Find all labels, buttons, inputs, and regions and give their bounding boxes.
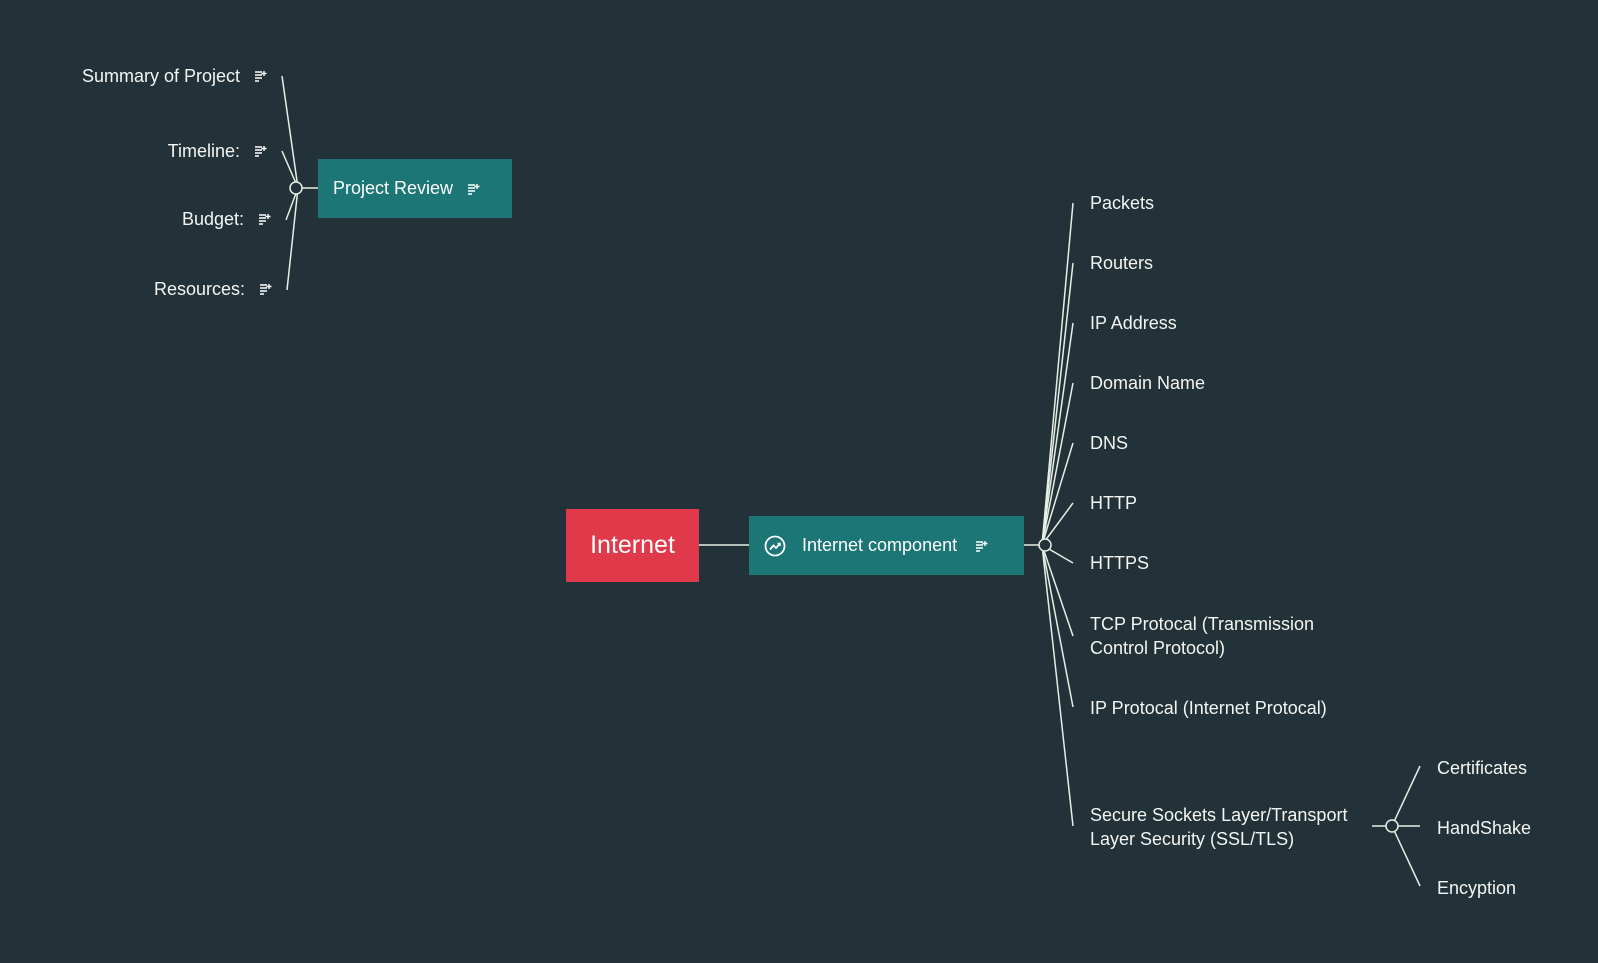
trend-circle-icon [764, 535, 786, 557]
note-icon[interactable] [467, 183, 481, 195]
leaf-ssl-tls[interactable]: Secure Sockets Layer/Transport Layer Sec… [1090, 803, 1376, 851]
leaf-label: Summary of Project [81, 66, 240, 86]
leaf-label: DNS [1090, 433, 1129, 453]
leaf-routers[interactable]: Routers [1090, 251, 1153, 275]
note-icon[interactable] [254, 70, 268, 82]
root-node-internet[interactable]: Internet [566, 509, 699, 582]
note-icon[interactable] [258, 213, 272, 225]
leaf-label: Secure Sockets Layer/Transport Layer Sec… [1090, 805, 1348, 849]
leaf-label: Routers [1090, 253, 1154, 273]
leaf-label: Domain Name [1090, 373, 1206, 393]
note-icon[interactable] [254, 145, 268, 157]
leaf-label: HTTP [1090, 493, 1137, 513]
leaf-label: Encyption [1437, 878, 1517, 898]
connector-node-component [1038, 538, 1052, 552]
leaf-label: Budget: [181, 209, 244, 229]
branch-node-internet-component[interactable]: Internet component [749, 516, 1024, 575]
leaf-label: Certificates [1437, 758, 1528, 778]
leaf-https[interactable]: HTTPS [1090, 551, 1149, 575]
connector-node-ssl [1385, 819, 1399, 833]
leaf-tcp-protocol[interactable]: TCP Protocal (Transmission Control Proto… [1090, 612, 1335, 660]
note-icon[interactable] [259, 283, 273, 295]
leaf-label: IP Address [1090, 313, 1177, 333]
note-icon[interactable] [975, 540, 989, 552]
leaf-label: Timeline: [167, 141, 240, 161]
leaf-packets[interactable]: Packets [1090, 191, 1154, 215]
branch-label-internet-component: Internet component [802, 535, 958, 555]
leaf-dns[interactable]: DNS [1090, 431, 1128, 455]
leaf-label: IP Protocal (Internet Protocal) [1090, 698, 1327, 718]
leaf-handshake[interactable]: HandShake [1437, 816, 1531, 840]
leaf-resources[interactable]: Resources: [100, 277, 273, 301]
branch-node-project-review[interactable]: Project Review [318, 159, 512, 218]
leaf-http[interactable]: HTTP [1090, 491, 1137, 515]
leaf-label: HTTPS [1090, 553, 1150, 573]
leaf-label: TCP Protocal (Transmission Control Proto… [1090, 614, 1315, 658]
leaf-timeline[interactable]: Timeline: [100, 139, 268, 163]
leaf-label: HandShake [1437, 818, 1532, 838]
connector-node-project-review [289, 181, 303, 195]
connector-certificates [1391, 765, 1421, 827]
connector-encyption [1391, 825, 1421, 887]
leaf-certificates[interactable]: Certificates [1437, 756, 1527, 780]
mindmap-canvas: Internet Project Review Summary of Proje… [0, 0, 1598, 963]
leaf-label: Resources: [153, 279, 245, 299]
leaf-encyption[interactable]: Encyption [1437, 876, 1516, 900]
leaf-label: Packets [1090, 193, 1155, 213]
connector-ip-address [1041, 322, 1074, 546]
root-label: Internet [590, 531, 675, 559]
branch-label-project-review: Project Review [333, 178, 454, 198]
leaf-ip-protocol[interactable]: IP Protocal (Internet Protocal) [1090, 696, 1327, 720]
leaf-ip-address[interactable]: IP Address [1090, 311, 1177, 335]
leaf-domain-name[interactable]: Domain Name [1090, 371, 1205, 395]
leaf-budget[interactable]: Budget: [110, 207, 272, 231]
leaf-summary-of-project[interactable]: Summary of Project [40, 64, 268, 88]
